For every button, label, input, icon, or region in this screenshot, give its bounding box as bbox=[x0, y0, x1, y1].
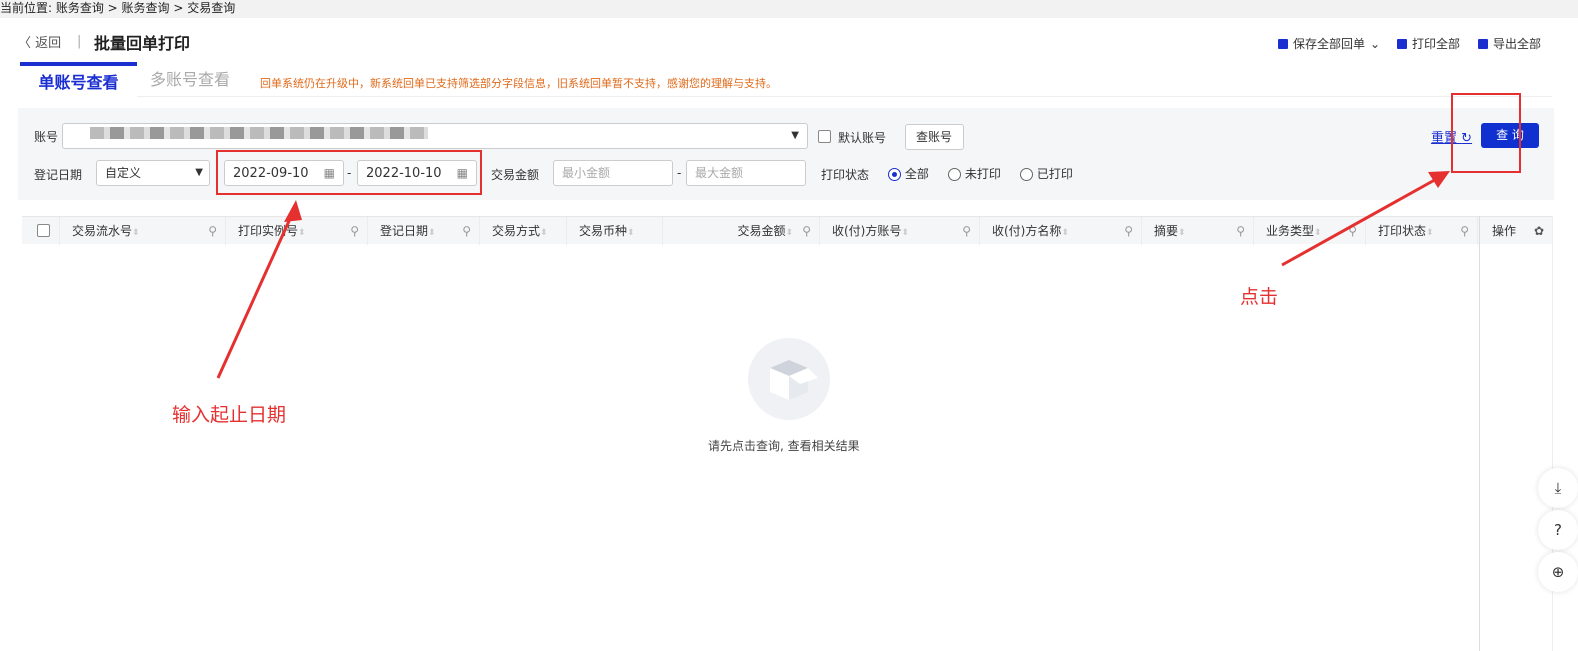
annotation-arrows bbox=[216, 171, 1450, 379]
arrow-head bbox=[1428, 171, 1450, 188]
arrow-line bbox=[216, 209, 296, 379]
arrow-head bbox=[284, 200, 302, 222]
annotation-click-hint: 点击 bbox=[1240, 286, 1279, 308]
annotation-date-hint: 输入起止日期 bbox=[172, 404, 287, 426]
arrow-line bbox=[1281, 175, 1441, 267]
